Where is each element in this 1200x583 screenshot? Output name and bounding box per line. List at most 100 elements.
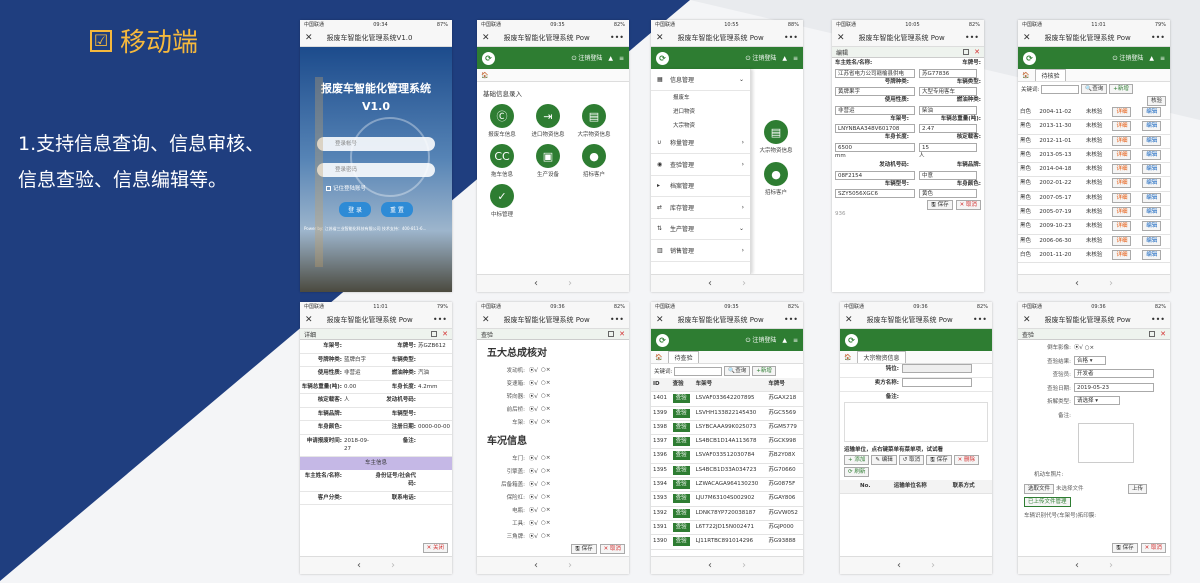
close-icon[interactable]: ✕ (305, 315, 313, 325)
equipment-tile[interactable]: ▣ 生产设备 (527, 144, 569, 178)
close-icon[interactable]: ✕ (1023, 33, 1031, 43)
detail-button[interactable]: 详细 (1112, 164, 1132, 175)
inspect-button[interactable]: 查验 (672, 437, 690, 447)
length-input[interactable]: 6500 (835, 142, 915, 152)
menu-inspection[interactable]: ◉ 查验管理 › (651, 154, 750, 176)
scrap-car-info-tile[interactable]: Ⓒ 报废车信息 (481, 104, 523, 138)
submenu-bulk-goods[interactable]: 大宗物资 (651, 119, 750, 133)
menu-icon[interactable]: ≡ (1160, 55, 1165, 62)
vin-input[interactable]: LNYNBAA348V601708 (835, 124, 915, 133)
back-icon[interactable]: ‹ (1075, 560, 1079, 571)
fail-radio[interactable]: ○× (541, 419, 550, 425)
result-select[interactable]: 合格 ▾ (1074, 355, 1106, 365)
back-icon[interactable]: ‹ (708, 560, 712, 571)
query-button[interactable]: 🔍查询 (724, 366, 751, 376)
back-icon[interactable]: ‹ (357, 560, 361, 571)
close-icon[interactable]: ✕ (305, 33, 313, 43)
logout-button[interactable]: ⏻ 注销登陆 (746, 335, 777, 345)
menu-icon[interactable]: ≡ (619, 55, 624, 62)
fail-radio[interactable]: ○× (541, 507, 550, 513)
search-input[interactable] (1041, 84, 1080, 94)
cancel-button[interactable]: ✕ 取消 (1140, 543, 1166, 553)
back-icon[interactable]: ‹ (534, 560, 538, 571)
bid-customer-tile[interactable]: ● 招标客户 (573, 144, 615, 178)
edit-button[interactable]: 编辑 (1142, 235, 1162, 246)
edit-button[interactable]: 编辑 (1142, 135, 1162, 146)
fail-radio[interactable]: ○× (541, 367, 550, 373)
date-input[interactable]: 2019-05-23 (1074, 382, 1154, 392)
forward-icon[interactable]: › (391, 560, 395, 571)
close-icon[interactable]: ✕ (837, 33, 845, 43)
search-input[interactable] (674, 366, 723, 376)
detail-button[interactable]: 详细 (1112, 107, 1132, 117)
back-icon[interactable]: ‹ (897, 560, 901, 571)
edit-button[interactable]: 编辑 (1142, 207, 1162, 218)
login-button[interactable]: 登 录 (339, 202, 371, 217)
inspect-button[interactable]: 查验 (672, 522, 690, 532)
menu-archive[interactable]: ▸ 档案管理 (651, 176, 750, 197)
logout-button[interactable]: ⏻ 注销登陆 (572, 53, 603, 63)
more-icon[interactable]: ••• (433, 315, 447, 324)
close-icon[interactable]: ✕ (482, 33, 490, 43)
detail-button[interactable]: 详细 (1112, 192, 1132, 203)
inspect-button[interactable]: 查验 (672, 465, 690, 475)
delete-row-button[interactable]: ✕ 删除 (953, 455, 979, 465)
save-button[interactable]: 🖫 保存 (1112, 543, 1138, 553)
forward-icon[interactable]: › (1109, 560, 1113, 571)
home-icon[interactable]: 🏠 (844, 354, 851, 361)
pass-radio[interactable]: ⦿√ (529, 532, 538, 540)
fail-radio[interactable]: ○× (541, 406, 550, 412)
more-icon[interactable]: ••• (610, 315, 624, 324)
maximize-icon[interactable] (963, 49, 970, 55)
bell-icon[interactable]: ▲ (782, 55, 787, 62)
detail-button[interactable]: 详细 (1112, 207, 1132, 218)
owner-name-input[interactable]: 江苏省电力公司赣榆县供电 (835, 68, 915, 78)
close-icon[interactable]: ✕ (1023, 315, 1031, 325)
pass-radio[interactable]: ⦿√ (529, 519, 538, 527)
home-icon[interactable]: 🏠 (1022, 72, 1029, 79)
pass-radio[interactable]: ⦿√ (529, 366, 538, 374)
fail-radio[interactable]: ○× (541, 468, 550, 474)
maximize-icon[interactable] (608, 331, 615, 337)
inspect-button[interactable]: 查验 (672, 422, 690, 432)
inspect-button[interactable]: 查验 (672, 494, 690, 504)
fail-radio[interactable]: ○× (541, 494, 550, 500)
pass-radio[interactable]: ⦿√ (529, 392, 538, 400)
fail-radio[interactable]: ○× (541, 455, 550, 461)
menu-icon[interactable]: ≡ (793, 337, 798, 344)
edit-button[interactable]: 编辑 (1142, 178, 1162, 189)
back-icon[interactable]: ‹ (1075, 278, 1079, 289)
more-icon[interactable]: ••• (965, 33, 979, 42)
edit-button[interactable]: 编辑 (1142, 121, 1162, 132)
weight-input[interactable]: 2.47 (919, 124, 977, 133)
close-icon[interactable]: ✕ (656, 33, 664, 43)
inspect-button[interactable]: 查验 (672, 508, 690, 518)
detail-button[interactable]: 详细 (1112, 121, 1132, 132)
more-icon[interactable]: ••• (784, 33, 798, 42)
model-input[interactable]: SZY5056XGC6 (835, 189, 915, 198)
close-button[interactable]: ✕ 关闭 (422, 543, 448, 553)
edit-button[interactable]: 编辑 (1142, 221, 1162, 232)
dismantle-select[interactable]: 请选择 ▾ (1074, 396, 1120, 405)
bell-icon[interactable]: ▲ (1149, 55, 1154, 62)
choose-file-button[interactable]: 选取文件 (1024, 484, 1055, 495)
bid-win-tile[interactable]: ✓ 中标管理 (481, 184, 523, 218)
maximize-icon[interactable] (1149, 331, 1156, 337)
detail-button[interactable]: 详细 (1112, 178, 1132, 189)
pass-radio[interactable]: ⦿√ (529, 480, 538, 488)
inspect-button[interactable]: 查验 (672, 537, 690, 547)
save-button[interactable]: 🖫 保存 (571, 544, 597, 554)
fuel-input[interactable]: 柴油 (919, 105, 977, 115)
upload-button[interactable]: 上传 (1128, 484, 1148, 495)
inspect-button[interactable]: 查验 (672, 451, 690, 461)
menu-info-management[interactable]: ▦ 信息管理 ⌄ (651, 69, 750, 91)
note-textarea[interactable] (1078, 423, 1134, 463)
import-goods-tile[interactable]: ⇥ 进口物资信息 (527, 104, 569, 138)
add-button[interactable]: +新增 (1109, 84, 1133, 94)
close-icon[interactable]: ✕ (845, 315, 853, 325)
tow-truck-tile[interactable]: CC 拖车信息 (481, 144, 523, 178)
bell-icon[interactable]: ▲ (782, 337, 787, 344)
pass-radio[interactable]: ⦿√ (529, 467, 538, 475)
plate-input[interactable]: 苏G77836 (919, 68, 977, 78)
edit-button[interactable]: 编辑 (1142, 107, 1162, 117)
